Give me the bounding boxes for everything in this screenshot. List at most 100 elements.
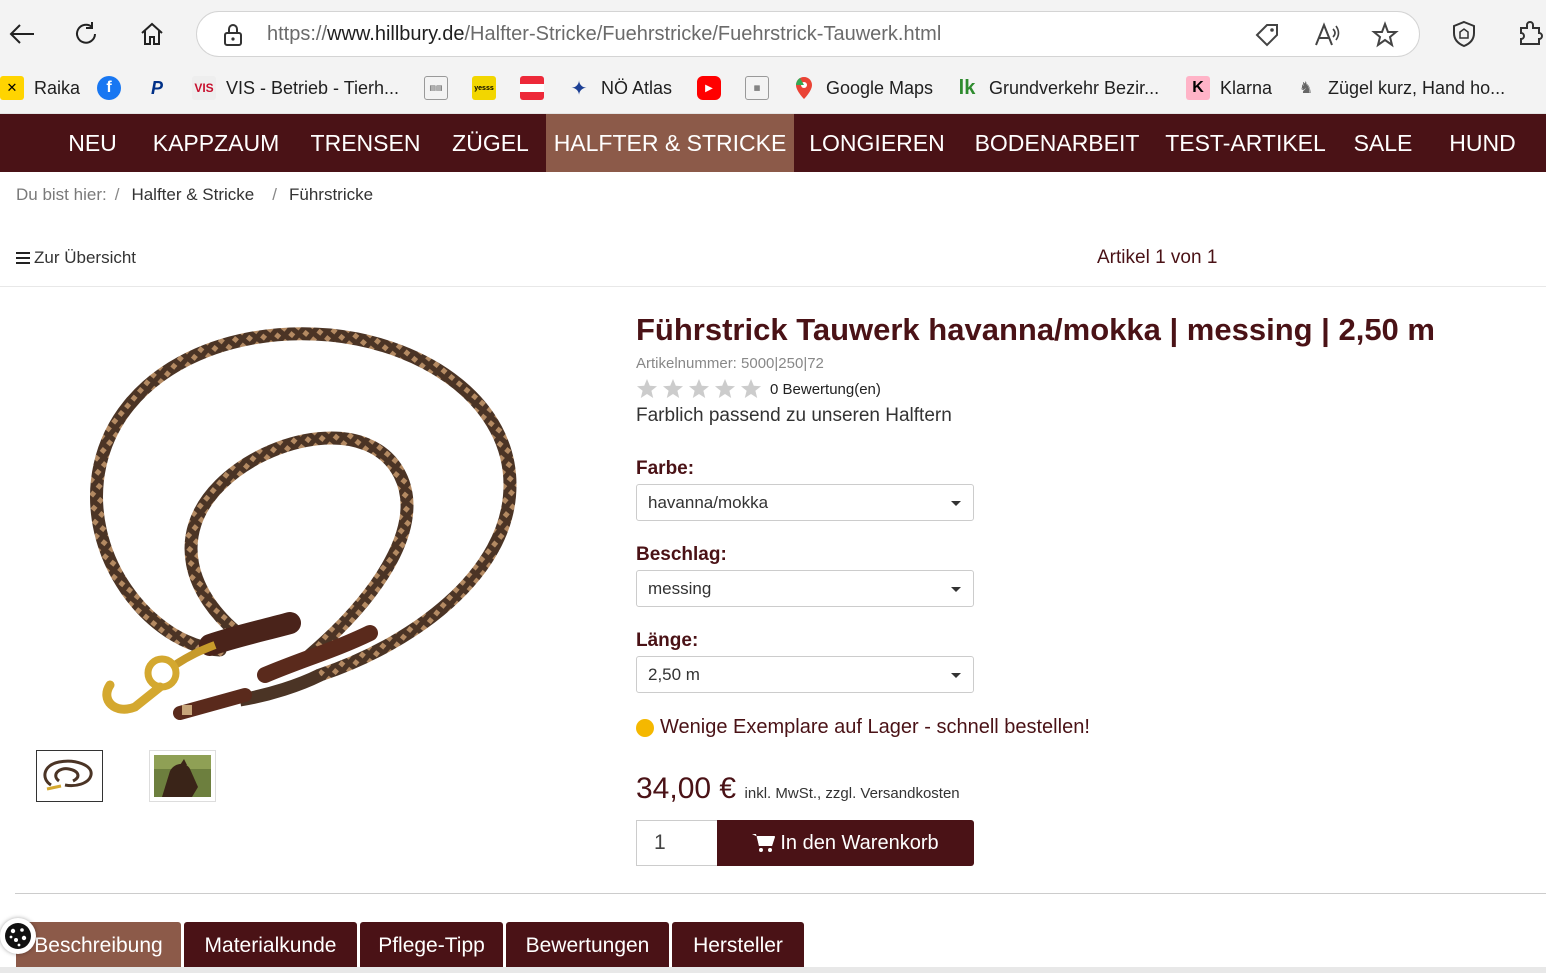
bookmark-atlas[interactable]: ✦ NÖ Atlas — [567, 76, 672, 100]
add-to-cart-button[interactable]: In den Warenkorb — [717, 820, 974, 866]
browser-toolbar: https://www.hillbury.de/Halfter-Stricke/… — [0, 0, 1546, 66]
bookmark-label: Raika — [34, 77, 81, 98]
extensions-icon[interactable] — [1510, 14, 1546, 54]
nav-item-test-artikel[interactable]: TEST-ARTIKEL — [1154, 114, 1337, 172]
tab-bewertungen[interactable]: Bewertungen — [506, 922, 669, 973]
bookmark-klarna[interactable]: K Klarna — [1186, 76, 1272, 100]
tab-hersteller[interactable]: Hersteller — [672, 922, 804, 973]
read-aloud-icon[interactable] — [1313, 21, 1341, 49]
tab-materialkunde[interactable]: Materialkunde — [184, 922, 357, 973]
farbe-select[interactable]: havanna/mokka — [636, 484, 974, 521]
bookmark-grid-site[interactable]: ▦ — [745, 76, 779, 100]
nav-item-neu[interactable]: NEU — [50, 114, 135, 172]
thumbnail-rope[interactable] — [36, 750, 103, 802]
add-to-cart-label: In den Warenkorb — [780, 831, 939, 854]
star-icon — [741, 379, 761, 398]
back-to-overview-link[interactable]: Zur Übersicht — [16, 248, 136, 268]
caret-down-icon — [951, 501, 961, 506]
article-count: Artikel 1 von 1 — [1097, 247, 1218, 268]
bookmark-label: VIS - Betrieb - Tierh... — [226, 77, 400, 98]
divider — [15, 893, 1546, 894]
option-label-beschlag: Beschlag: — [636, 544, 727, 565]
yesss-icon: yesss — [472, 76, 496, 100]
option-label-laenge: Länge: — [636, 630, 699, 651]
bookmark-youtube[interactable]: ▶ — [697, 76, 731, 100]
rating-count[interactable]: 0 Bewertung(en) — [770, 381, 881, 398]
divider — [0, 286, 1546, 287]
nav-item-halfter-stricke[interactable]: HALFTER & STRICKE — [546, 114, 794, 172]
nav-item-kappzaum[interactable]: KAPPZAUM — [136, 114, 296, 172]
generic-site-icon: ▤▤ — [424, 76, 448, 100]
reload-icon[interactable] — [66, 14, 106, 54]
favorite-star-icon[interactable] — [1371, 21, 1399, 49]
youtube-icon: ▶ — [697, 76, 721, 100]
bookmark-paypal[interactable]: P — [145, 76, 179, 100]
stock-status: Wenige Exemplare auf Lager - schnell bes… — [636, 716, 1090, 739]
article-number: Artikelnummer: 5000|250|72 — [636, 355, 824, 372]
cart-icon — [752, 834, 776, 852]
thumbnail-horse[interactable] — [149, 750, 216, 802]
horse-icon: ♞ — [1298, 80, 1314, 97]
price-block: 34,00 € inkl. MwSt., zzgl. Versandkosten — [636, 772, 960, 806]
bookmark-austria[interactable] — [520, 76, 554, 100]
bookmark-label: Klarna — [1220, 77, 1273, 98]
stock-dot-icon — [636, 718, 654, 737]
vis-icon: VIS — [192, 76, 216, 100]
laenge-select-value: 2,50 m — [648, 665, 700, 684]
breadcrumb: Du bist hier: / Halfter & Stricke / Führstri… — [16, 185, 374, 204]
star-icon — [689, 379, 709, 398]
lock-icon[interactable] — [223, 23, 243, 52]
menu-icon — [16, 252, 30, 264]
austria-flag-icon — [520, 76, 544, 100]
caret-down-icon — [951, 673, 961, 678]
beschlag-select[interactable]: messing — [636, 570, 974, 607]
nav-item-hund[interactable]: HUND — [1429, 114, 1536, 172]
tab-pflege-tipp[interactable]: Pflege-Tipp — [360, 922, 503, 973]
lk-icon: lk — [958, 76, 976, 99]
bookmark-site[interactable]: ▤▤ — [424, 76, 458, 100]
bookmark-facebook[interactable]: f — [97, 76, 131, 100]
bookmark-google-maps[interactable]: Google Maps — [792, 76, 933, 100]
product-image[interactable] — [70, 315, 550, 735]
short-description: Farblich passend zu unseren Halftern — [636, 405, 952, 426]
breadcrumb-item-halfter-stricke[interactable]: Halfter & Stricke — [131, 185, 254, 204]
cookie-icon — [5, 923, 31, 949]
bookmark-label: Google Maps — [826, 77, 934, 98]
nav-item-zuegel[interactable]: ZÜGEL — [435, 114, 546, 172]
rating[interactable]: 0 Bewertung(en) — [636, 378, 881, 400]
product-title: Führstrick Tauwerk havanna/mokka | messi… — [636, 312, 1435, 347]
tag-icon[interactable] — [1253, 21, 1281, 49]
breadcrumb-prefix: Du bist hier: — [16, 185, 107, 204]
price: 34,00 € — [636, 772, 737, 805]
facebook-icon: f — [97, 76, 121, 100]
bookmark-yesss[interactable]: yesss — [472, 76, 506, 100]
scrollbar-track — [0, 967, 1546, 973]
raika-icon: ✕ — [0, 76, 24, 100]
back-arrow-icon[interactable] — [2, 14, 42, 54]
home-icon[interactable] — [132, 14, 172, 54]
nav-item-trensen[interactable]: TRENSEN — [296, 114, 435, 172]
address-bar[interactable]: https://www.hillbury.de/Halfter-Stricke/… — [196, 11, 1420, 57]
shield-icon[interactable] — [1444, 14, 1484, 54]
bookmark-label: Zügel kurz, Hand ho... — [1328, 77, 1506, 98]
bookmark-zuegel[interactable]: ♞ Zügel kurz, Hand ho... — [1294, 76, 1505, 100]
main-navigation: NEU KAPPZAUM TRENSEN ZÜGEL HALFTER & STR… — [0, 114, 1546, 172]
paypal-icon: P — [150, 77, 163, 98]
star-icon — [637, 379, 657, 398]
bookmark-grundverkehr[interactable]: lk Grundverkehr Bezir... — [955, 76, 1159, 100]
breadcrumb-item-fuehrstricke[interactable]: Führstricke — [289, 185, 373, 204]
laenge-select[interactable]: 2,50 m — [636, 656, 974, 693]
nav-item-sale[interactable]: SALE — [1337, 114, 1429, 172]
quantity-input[interactable]: 1 — [636, 820, 718, 866]
bookmark-vis[interactable]: VIS VIS - Betrieb - Tierh... — [192, 76, 399, 100]
bookmark-raika[interactable]: ✕ Raika — [0, 76, 80, 100]
bookmarks-bar: ✕ Raika f P VIS VIS - Betrieb - Tierh...… — [0, 66, 1546, 114]
tax-note[interactable]: inkl. MwSt., zzgl. Versandkosten — [745, 785, 960, 802]
bookmark-label: NÖ Atlas — [601, 77, 673, 98]
cookie-settings-button[interactable] — [0, 918, 36, 954]
option-label-farbe: Farbe: — [636, 458, 695, 479]
tab-beschreibung[interactable]: Beschreibung — [16, 922, 181, 973]
nav-item-longieren[interactable]: LONGIEREN — [794, 114, 960, 172]
nav-item-bodenarbeit[interactable]: BODENARBEIT — [960, 114, 1154, 172]
google-maps-icon — [792, 76, 816, 100]
